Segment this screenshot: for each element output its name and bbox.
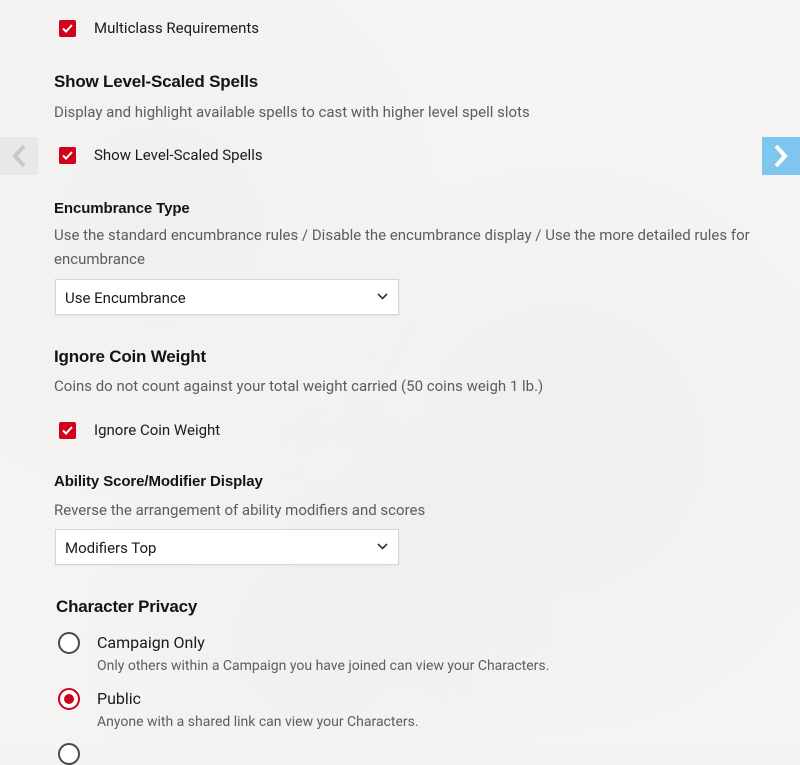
privacy-option-description: Only others within a Campaign you have j…	[97, 658, 550, 674]
privacy-radio-public[interactable]	[58, 688, 80, 710]
encumbrance-description: Use the standard encumbrance rules / Dis…	[54, 226, 750, 268]
level-scaled-checkbox[interactable]	[59, 147, 76, 164]
encumbrance-select[interactable]: Use Encumbrance	[55, 279, 399, 315]
ability-display-select[interactable]: Modifiers Top	[55, 529, 399, 565]
privacy-option-label: Campaign Only	[97, 633, 205, 652]
encumbrance-title: Encumbrance Type	[54, 200, 190, 217]
level-scaled-description: Display and highlight available spells t…	[54, 103, 530, 121]
encumbrance-select-value: Use Encumbrance	[65, 289, 186, 307]
previous-arrow-button[interactable]	[0, 137, 38, 175]
coin-weight-title: Ignore Coin Weight	[54, 347, 206, 366]
chevron-down-icon	[377, 543, 388, 550]
ability-display-select-value: Modifiers Top	[65, 539, 157, 557]
ability-display-title: Ability Score/Modifier Display	[54, 473, 263, 490]
privacy-option-description: Anyone with a shared link can view your …	[97, 714, 419, 730]
checkmark-icon	[62, 24, 73, 33]
chevron-down-icon	[377, 293, 388, 300]
ability-display-description: Reverse the arrangement of ability modif…	[54, 501, 426, 519]
multiclass-checkbox-label: Multiclass Requirements	[94, 19, 260, 37]
checkmark-icon	[62, 151, 73, 160]
level-scaled-checkbox-label: Show Level-Scaled Spells	[94, 146, 263, 164]
chevron-right-icon	[774, 144, 788, 168]
multiclass-checkbox[interactable]	[59, 20, 76, 37]
privacy-radio-campaign-only[interactable]	[58, 632, 80, 654]
privacy-radio-partial[interactable]	[58, 743, 80, 765]
next-arrow-button[interactable]	[762, 137, 800, 175]
coin-weight-checkbox-label: Ignore Coin Weight	[94, 421, 221, 439]
privacy-option-label: Public	[97, 689, 142, 708]
privacy-title: Character Privacy	[56, 597, 198, 616]
chevron-left-icon	[12, 144, 26, 168]
coin-weight-description: Coins do not count against your total we…	[54, 377, 544, 395]
checkmark-icon	[62, 426, 73, 435]
coin-weight-checkbox[interactable]	[59, 422, 76, 439]
level-scaled-title: Show Level-Scaled Spells	[54, 72, 258, 91]
